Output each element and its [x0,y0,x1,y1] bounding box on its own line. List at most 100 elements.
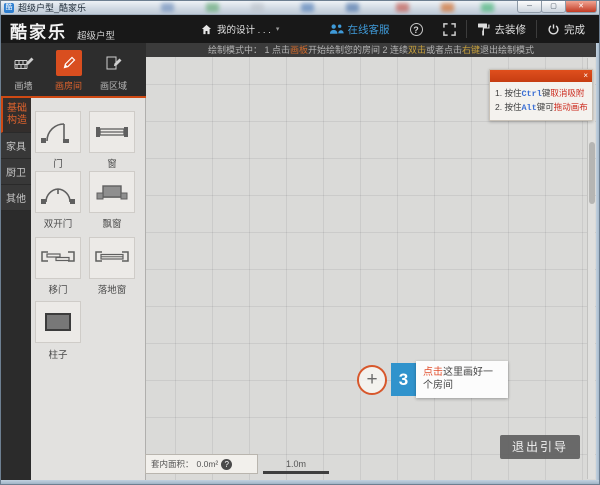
online-service-label: 在线客服 [348,22,390,37]
fullscreen-icon [443,23,456,36]
desktop-blur-blob [206,3,219,12]
tool-label: 画房间 [46,79,91,92]
area-label: 套内面积： [151,458,194,470]
finish-button[interactable]: 完成 [537,15,595,43]
decorate-label: 去装修 [495,22,527,37]
desktop-blur-blob [301,3,314,12]
minimize-button[interactable]: ─ [517,1,542,13]
draw-area-icon [101,50,127,76]
tool-draw-room[interactable]: 画房间 [46,43,91,96]
draw-room-icon [56,50,82,76]
tool-label: 画区域 [91,79,136,92]
item-column[interactable] [35,301,81,343]
close-button[interactable]: ✕ [565,1,597,13]
draw-tools-strip: 画墙 画房间 画区域 [1,43,146,96]
hint-highlight-canvas: 画板 [290,45,308,55]
hint-text: 退出绘制模式 [480,45,534,55]
help-button[interactable]: ? [400,15,433,43]
tip-text: 1. 按住 [495,88,521,98]
desktop-blur-blob [481,3,494,12]
category-label: 厨卫 [6,164,26,179]
tool-draw-wall[interactable]: 画墙 [1,43,46,96]
tool-label: 画墙 [1,79,46,92]
paint-roller-icon [477,22,491,36]
item-door[interactable] [35,111,81,153]
hint-text: 开始绘制您的房间 2 连续 [308,45,408,55]
desktop-blur-blob [251,3,264,12]
item-label: 移门 [35,282,81,296]
tip-text: 键可 [537,102,554,112]
bay-window-icon [92,176,132,208]
close-icon[interactable]: × [583,71,588,81]
category-furniture[interactable]: 家具 [1,133,31,159]
home-icon [201,24,212,35]
category-other[interactable]: 其他 [1,185,31,211]
floor-window-icon [92,242,132,274]
app-header: 酷家乐 超级户型 我的设计 . . . ▾ 在线客服 ? [1,15,600,43]
item-floor-window[interactable] [89,237,135,279]
area-info-box: 套内面积： 0.0m² ? [145,454,258,474]
area-help-icon[interactable]: ? [221,459,232,470]
double-door-icon [38,176,78,208]
fullscreen-button[interactable] [433,15,466,43]
desktop-blur-blob [161,3,174,12]
finish-label: 完成 [564,22,585,37]
guide-tooltip: 点击这里画好一个房间 [416,361,508,398]
component-panel: 门 窗 双开门 飘窗 移门 落地窗 柱子 [31,98,146,480]
item-label: 落地窗 [89,282,135,296]
window-frame [596,43,600,480]
category-label: 其他 [6,190,26,205]
item-label: 飘窗 [89,216,135,230]
brand-logo: 酷家乐 [10,18,67,43]
tip-highlight: 取消吸附 [550,88,584,98]
shortcut-tip-box: × 1. 按住Ctrl键取消吸附 2. 按住Alt键可拖动画布 [489,69,593,121]
scale-bar [263,471,329,474]
vertical-scrollbar[interactable] [587,58,595,479]
my-design-label: 我的设计 . . . [217,22,271,36]
maximize-button[interactable]: ▢ [541,1,566,13]
category-label: 家具 [6,138,26,153]
hint-highlight-rightkey: 右键 [462,45,480,55]
item-label: 双开门 [35,216,81,230]
category-basic-structure[interactable]: 基础构造 [1,98,31,133]
window-icon [92,116,132,148]
desktop-blur-blob [441,3,454,12]
item-double-door[interactable] [35,171,81,213]
tip-key: Ctrl [521,89,541,99]
exit-guide-button[interactable]: 退出引导 [500,435,580,459]
category-label: 基础构造 [6,103,28,127]
tip-line-alt: 2. 按住Alt键可拖动画布 [495,101,587,115]
item-sliding-door[interactable] [35,237,81,279]
area-value: 0.0m² [197,459,219,469]
add-room-target[interactable]: + [357,365,387,395]
brand-product-name: 超级户型 [77,28,115,42]
draw-wall-icon [11,50,37,76]
tooltip-highlight: 点击 [423,367,443,378]
window-titlebar: 酷 超级户型_酷家乐 ─ ▢ ✕ [1,1,600,15]
column-icon [38,306,78,338]
draw-mode-hintbar: 绘制模式中： 1 点击画板开始绘制您的房间 2 连续双击或者点击右键退出绘制模式 [146,43,596,57]
online-service-button[interactable]: 在线客服 [319,15,400,43]
tool-draw-area[interactable]: 画区域 [91,43,136,96]
power-icon [547,23,560,36]
item-label: 门 [35,156,81,170]
my-design-menu[interactable]: 我的设计 . . . ▾ [201,22,279,36]
window-title: 超级户型_酷家乐 [18,2,86,14]
item-bay-window[interactable] [89,171,135,213]
desktop-blur-blob [396,3,409,12]
decorate-button[interactable]: 去装修 [467,15,537,43]
item-window[interactable] [89,111,135,153]
question-icon: ? [410,23,423,36]
customer-service-icon [329,23,344,35]
desktop-blur-blob [346,3,359,12]
tip-highlight: 拖动画布 [554,102,588,112]
category-kitchen-bath[interactable]: 厨卫 [1,159,31,185]
item-label: 柱子 [35,347,81,361]
app-icon: 酷 [4,3,14,13]
tip-line-ctrl: 1. 按住Ctrl键取消吸附 [495,87,587,101]
tip-text: 2. 按住 [495,102,521,112]
door-icon [38,116,78,148]
item-label: 窗 [89,156,135,170]
tip-key: Alt [521,103,536,113]
scrollbar-thumb[interactable] [589,142,595,204]
